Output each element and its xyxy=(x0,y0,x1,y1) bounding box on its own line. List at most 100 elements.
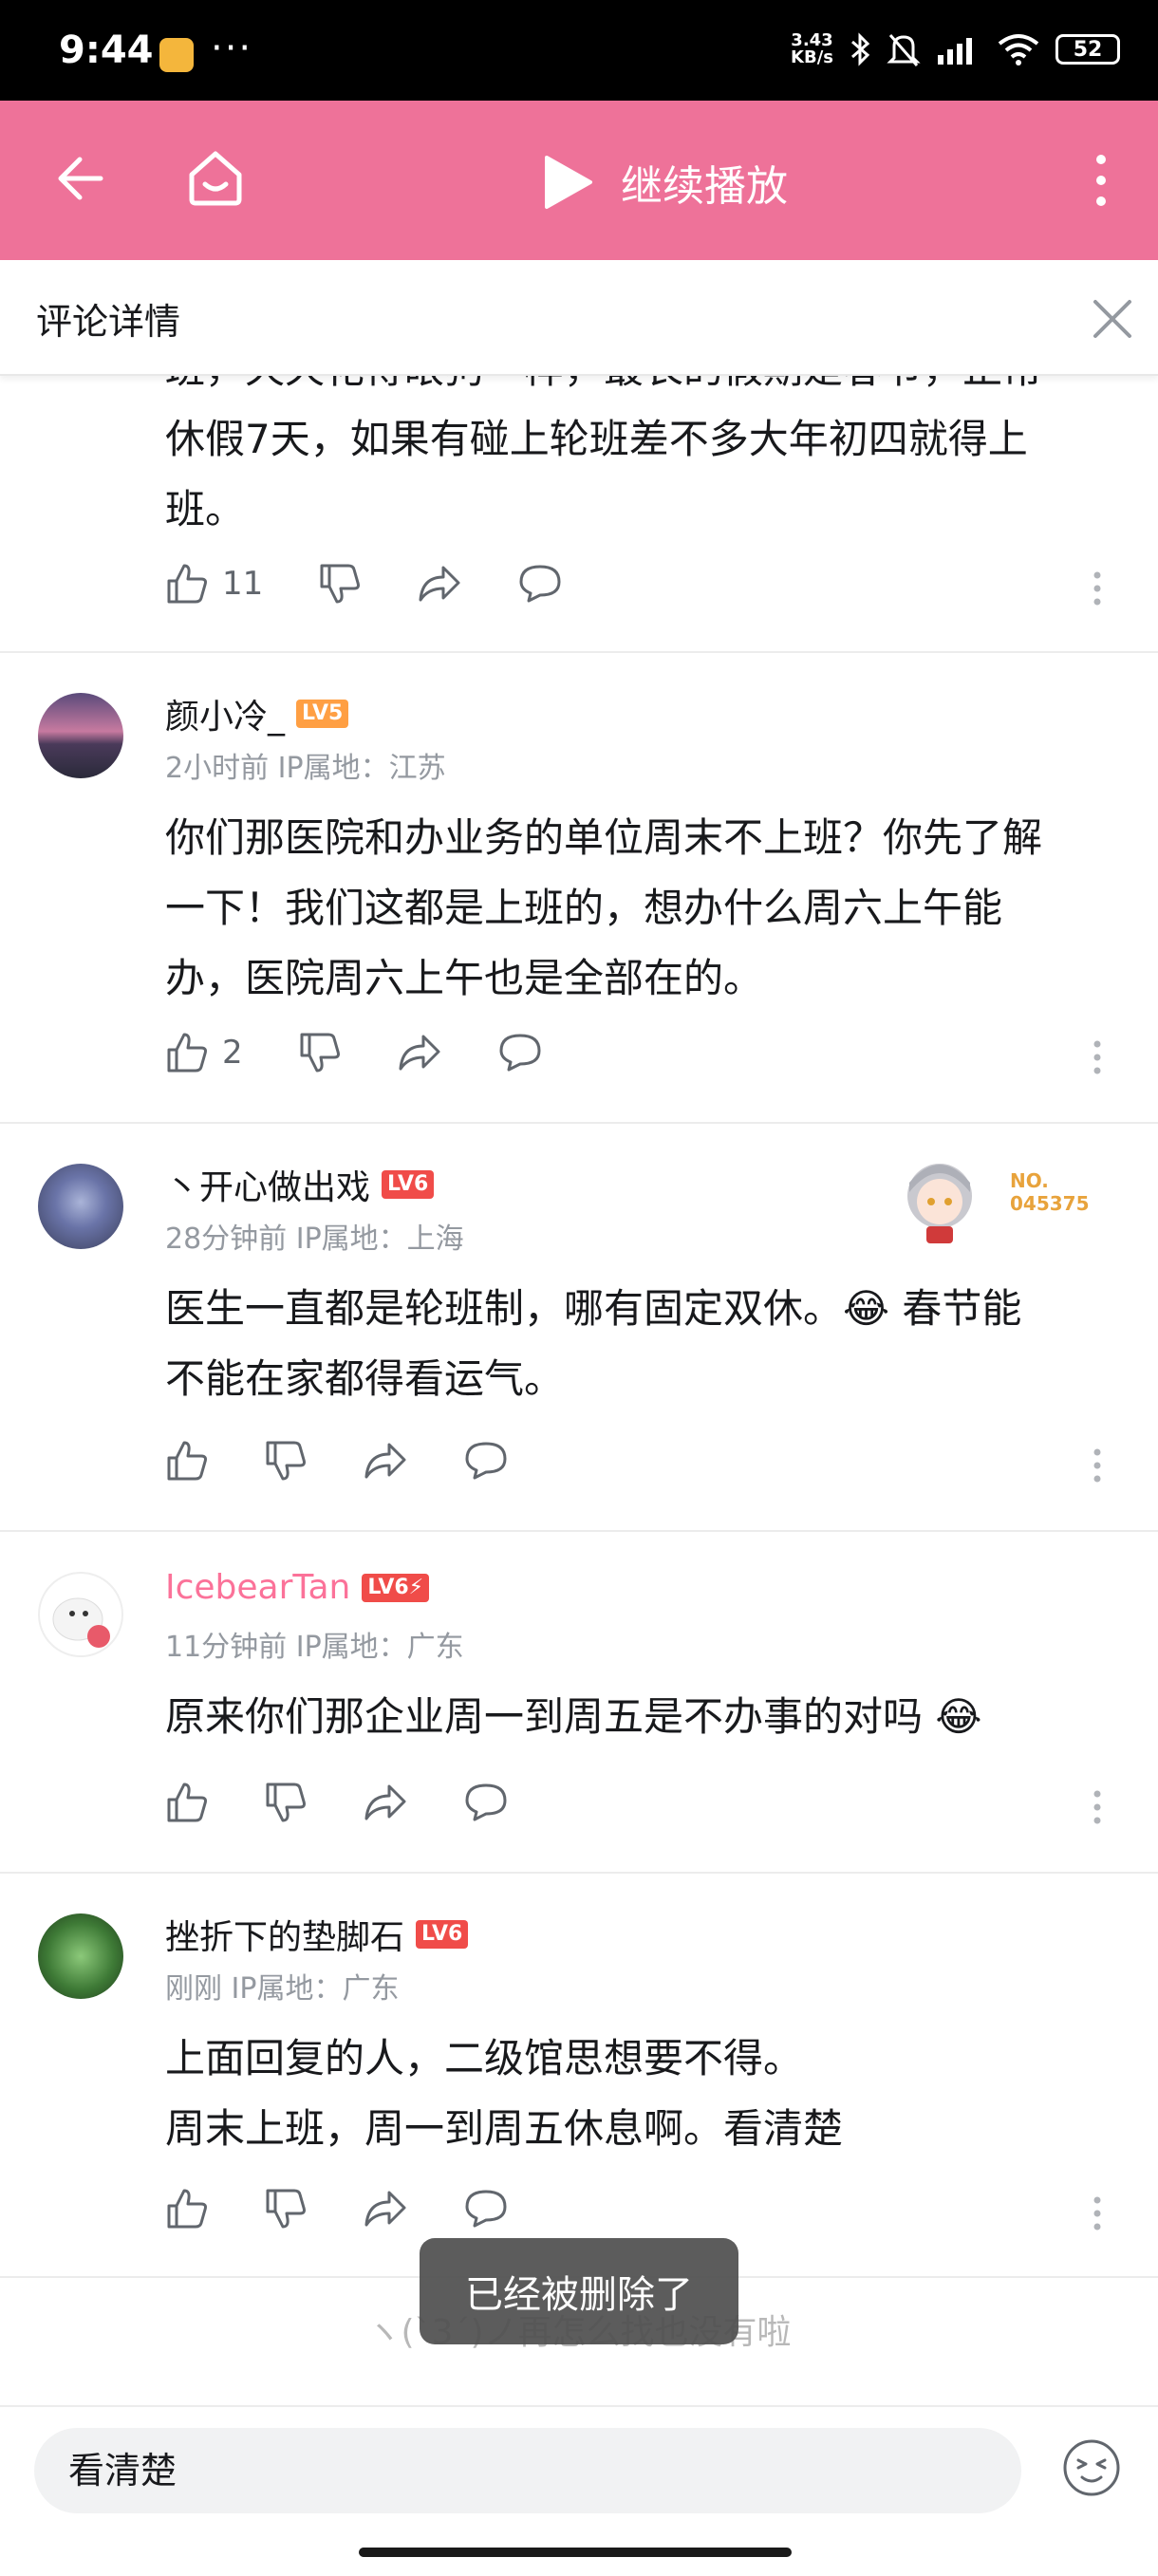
comment-text: 原来你们那企业周一到周五是不办事的对吗 😂 xyxy=(165,1693,982,1740)
dislike-button[interactable] xyxy=(264,1781,308,1824)
comment-username[interactable]: 颜小冷_ LV5 xyxy=(165,689,349,738)
reply-button[interactable] xyxy=(463,1440,509,1482)
comment-input-bar: 看清楚 xyxy=(0,2405,1158,2576)
like-button[interactable]: 2 xyxy=(165,1031,243,1074)
back-arrow-icon[interactable] xyxy=(53,152,106,205)
comment-more-icon[interactable] xyxy=(1092,569,1103,607)
comment-item: 丶开心做出戏 LV6 NO. 045375 28分钟前 IP属地：上海 医生一直… xyxy=(0,1124,1158,1532)
dislike-button[interactable] xyxy=(318,562,362,606)
comment-meta: 28分钟前 IP属地：上海 xyxy=(165,1223,464,1256)
top-bar: 继续播放 xyxy=(0,101,1158,260)
avatar[interactable] xyxy=(38,1572,123,1657)
signal-icon xyxy=(938,38,972,65)
chat-bubble-icon xyxy=(519,565,561,603)
comment-actions xyxy=(165,1439,564,1483)
avatar-pendant-image xyxy=(892,1154,987,1253)
thumbs-up-icon xyxy=(167,2189,207,2229)
dislike-button[interactable] xyxy=(264,1439,308,1483)
status-time: 9:44 xyxy=(59,28,154,72)
comment-meta: 刚刚 IP属地：广东 xyxy=(165,1972,400,2006)
share-icon xyxy=(364,2191,406,2227)
pendant-number: NO. 045375 xyxy=(1010,1169,1090,1215)
chat-bubble-icon xyxy=(465,1442,507,1480)
dislike-button[interactable] xyxy=(298,1031,342,1074)
comment-meta: 11分钟前 IP属地：广东 xyxy=(165,1631,464,1664)
like-button[interactable]: 11 xyxy=(165,562,263,606)
comment-more-icon[interactable] xyxy=(1092,1447,1103,1484)
comment-meta: 2小时前 IP属地：江苏 xyxy=(165,752,446,785)
network-speed: 3.43 KB/s xyxy=(791,30,833,67)
emoji-icon[interactable] xyxy=(1061,2437,1122,2498)
share-button[interactable] xyxy=(363,1439,408,1483)
thumbs-up-icon xyxy=(167,1783,207,1822)
like-button[interactable] xyxy=(165,1781,209,1824)
chat-bubble-icon xyxy=(499,1034,541,1072)
comment-text: 医生一直都是轮班制，哪有固定双休。😂 春节能 不能在家都得看运气。 xyxy=(165,1285,1022,1402)
thumbs-up-icon xyxy=(167,1441,207,1481)
status-icons: 3.43 KB/s 52 xyxy=(791,28,1120,70)
share-button[interactable] xyxy=(397,1031,442,1074)
comment-list[interactable]: 班，天天花得眼狗一样，最长的假期是春节，正常 休假7天，如果有碰上轮班差不多大年… xyxy=(0,374,1158,2405)
page-title: 评论详情 xyxy=(36,301,181,343)
avatar[interactable] xyxy=(38,693,123,778)
continue-play-button[interactable]: 继续播放 xyxy=(541,152,788,213)
home-indicator[interactable] xyxy=(359,2548,792,2557)
comment-actions xyxy=(165,1781,564,1824)
share-icon xyxy=(364,1443,406,1479)
chat-bubble-icon xyxy=(465,2190,507,2228)
avatar[interactable] xyxy=(38,1913,123,1999)
status-bar: 9:44 ··· 3.43 KB/s 52 xyxy=(0,0,1158,101)
comment-more-icon[interactable] xyxy=(1092,2194,1103,2232)
like-count: 11 xyxy=(222,565,264,603)
like-button[interactable] xyxy=(165,2187,209,2231)
more-vertical-icon[interactable] xyxy=(1090,152,1112,209)
comment-item: 挫折下的垫脚石 LV6 刚刚 IP属地：广东 上面回复的人，二级馆思想要不得。 … xyxy=(0,1874,1158,2278)
comment-username[interactable]: 丶开心做出戏 LV6 xyxy=(165,1160,435,1209)
share-icon xyxy=(419,566,460,602)
avatar[interactable] xyxy=(38,1164,123,1249)
level-badge: LV5 xyxy=(296,700,349,728)
share-button[interactable] xyxy=(363,1781,408,1824)
close-icon[interactable] xyxy=(1092,298,1133,340)
like-button[interactable] xyxy=(165,1439,209,1483)
level-badge: LV6⚡ xyxy=(362,1573,430,1602)
home-icon[interactable] xyxy=(186,148,245,207)
comment-username[interactable]: 挫折下的垫脚石 LV6 xyxy=(165,1910,469,1959)
comment-username[interactable]: IcebearTan LV6⚡ xyxy=(165,1568,430,1607)
dislike-button[interactable] xyxy=(264,2187,308,2231)
thumbs-up-icon xyxy=(167,1033,207,1073)
comment-more-icon[interactable] xyxy=(1092,1038,1103,1076)
chat-bubble-icon xyxy=(465,1783,507,1821)
play-icon xyxy=(545,156,592,209)
mute-icon xyxy=(887,34,921,66)
thumbs-down-icon xyxy=(266,1441,306,1481)
reply-button[interactable] xyxy=(463,2188,509,2230)
thumbs-down-icon xyxy=(320,564,361,604)
reply-button[interactable] xyxy=(463,1782,509,1823)
comment-input[interactable]: 看清楚 xyxy=(34,2428,1021,2513)
comment-more-icon[interactable] xyxy=(1092,1788,1103,1826)
reply-button[interactable] xyxy=(517,563,563,605)
like-count: 2 xyxy=(222,1034,243,1072)
comment-item-partial: 班，天天花得眼狗一样，最长的假期是春节，正常 休假7天，如果有碰上轮班差不多大年… xyxy=(0,374,1158,653)
thumbs-down-icon xyxy=(300,1033,340,1073)
level-badge: LV6 xyxy=(416,1920,469,1949)
battery-icon: 52 xyxy=(1055,34,1120,65)
thumbs-down-icon xyxy=(266,1783,306,1822)
comment-actions: 11 xyxy=(165,562,618,606)
wifi-icon xyxy=(998,34,1039,65)
share-button[interactable] xyxy=(417,562,462,606)
continue-play-label: 继续播放 xyxy=(621,162,788,211)
thumbs-up-icon xyxy=(167,564,207,604)
level-badge: LV6 xyxy=(382,1170,435,1199)
comment-detail-header: 评论详情 xyxy=(0,260,1158,376)
notification-app-icon xyxy=(159,38,194,72)
share-icon xyxy=(399,1035,440,1071)
comment-text: 你们那医院和办业务的单位周末不上班？你先了解 一下！我们这都是上班的，想办什么周… xyxy=(165,814,1043,1001)
share-button[interactable] xyxy=(363,2187,408,2231)
reply-button[interactable] xyxy=(497,1032,543,1073)
comment-text: 班，天天花得眼狗一样，最长的假期是春节，正常 休假7天，如果有碰上轮班差不多大年… xyxy=(165,374,1042,532)
bluetooth-icon xyxy=(851,32,870,66)
comment-actions xyxy=(165,2187,564,2231)
comment-text: 上面回复的人，二级馆思想要不得。 周末上班，周一到周五休息啊。看清楚 xyxy=(165,2035,844,2152)
